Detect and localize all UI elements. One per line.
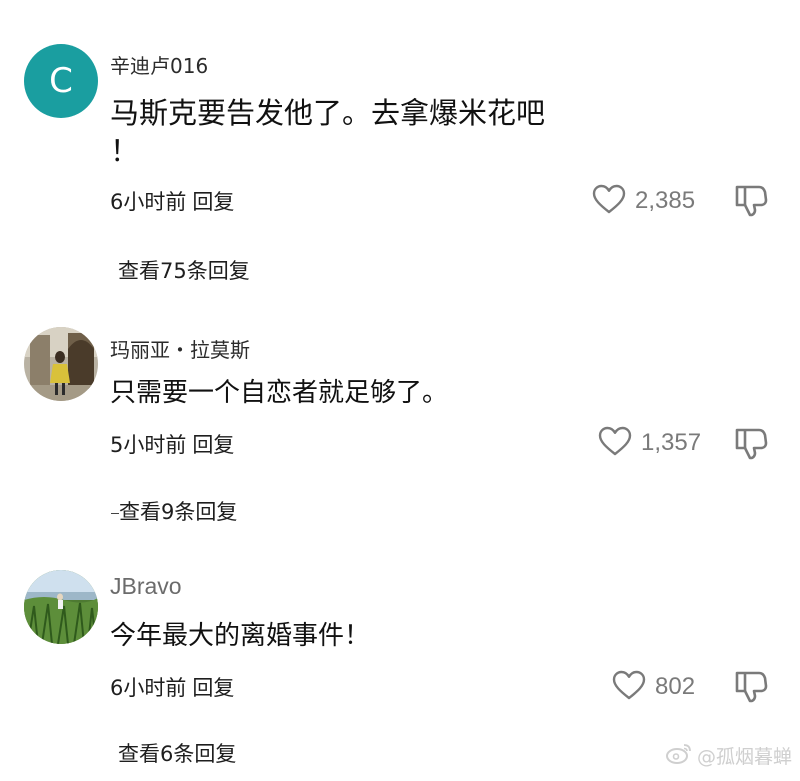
weibo-icon xyxy=(665,742,693,769)
comment-item: 玛丽亚・拉莫斯 只需要一个自恋者就足够了。 5小时前 回复 1,357 查看9条回… xyxy=(0,300,800,540)
watermark-text: @孤烟暮蝉 xyxy=(696,746,792,768)
heart-outline-icon xyxy=(591,183,627,219)
avatar-photo xyxy=(24,327,98,401)
like-count: 1,357 xyxy=(641,429,702,456)
dislike-button[interactable] xyxy=(733,182,769,222)
comment-text: 只需要一个自恋者就足够了。 xyxy=(110,378,449,408)
comment-meta: 6小时前 回复 xyxy=(110,186,234,216)
comment-username[interactable]: 玛丽亚・拉莫斯 xyxy=(110,334,250,363)
dislike-button[interactable] xyxy=(733,425,769,465)
view-replies-link[interactable]: 查看9条回复 xyxy=(111,496,237,526)
comment-timestamp: 6小时前 xyxy=(110,676,187,700)
heart-outline-icon xyxy=(597,425,633,461)
comment-meta: 5小时前 回复 xyxy=(110,429,234,459)
like-button[interactable]: 1,357 xyxy=(597,425,701,461)
thumbs-down-outline-icon xyxy=(733,428,769,465)
like-button[interactable]: 2,385 xyxy=(591,183,695,219)
reply-button[interactable]: 回复 xyxy=(192,433,234,457)
comment-text: 今年最大的离婚事件！ xyxy=(110,621,371,651)
like-count: 2,385 xyxy=(635,187,696,214)
comment-meta: 6小时前 回复 xyxy=(110,672,234,702)
avatar[interactable] xyxy=(24,327,98,401)
comment-username[interactable]: JBravo xyxy=(110,573,182,600)
thumbs-down-outline-icon xyxy=(733,671,769,708)
avatar[interactable]: C xyxy=(24,44,98,118)
comment-timestamp: 6小时前 xyxy=(110,190,187,214)
avatar[interactable] xyxy=(24,570,98,644)
divider xyxy=(111,512,119,514)
comment-username[interactable]: 辛迪卢016 xyxy=(110,50,208,79)
like-count: 802 xyxy=(655,673,696,700)
like-button[interactable]: 802 xyxy=(611,669,695,705)
comment-timestamp: 5小时前 xyxy=(110,433,187,457)
view-replies-link[interactable]: 查看6条回复 xyxy=(118,738,236,768)
avatar-photo xyxy=(24,570,98,644)
comment-text: 马斯克要告发他了。去拿爆米花吧 ！ xyxy=(110,96,546,168)
dislike-button[interactable] xyxy=(733,668,769,708)
reply-button[interactable]: 回复 xyxy=(192,190,234,214)
reply-button[interactable]: 回复 xyxy=(192,676,234,700)
thumbs-down-outline-icon xyxy=(733,185,769,222)
comment-item: C 辛迪卢016 马斯克要告发他了。去拿爆米花吧 ！ 6小时前 回复 2,385 … xyxy=(0,0,800,300)
watermark: @孤烟暮蝉 xyxy=(665,742,792,769)
heart-outline-icon xyxy=(611,669,647,705)
view-replies-link[interactable]: 查看75条回复 xyxy=(118,255,250,285)
